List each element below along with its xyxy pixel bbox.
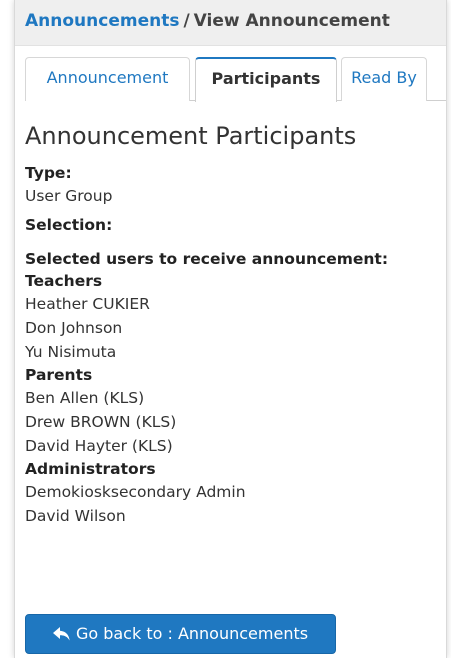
tab-participants[interactable]: Participants [195,57,337,102]
breadcrumb-current: View Announcement [193,11,390,31]
group-heading: Parents [25,366,93,384]
breadcrumb: Announcements / View Announcement [15,0,446,46]
type-label: Type: [25,164,72,182]
group-heading: Administrators [25,460,156,478]
breadcrumb-announcements-link[interactable]: Announcements [25,11,179,31]
tab-announcement[interactable]: Announcement [25,57,190,101]
go-back-button-label: Go back to : Announcements [75,624,309,643]
participant-name: David Hayter (KLS) [25,437,173,455]
participant-name: Don Johnson [25,319,123,337]
breadcrumb-separator: / [183,11,190,31]
type-value: User Group [25,187,113,205]
participant-name: Demokiosksecondary Admin [25,483,246,501]
participant-name: Heather CUKIER [25,295,150,313]
tab-bar: Announcement Participants Read By [25,57,446,102]
participant-name: Drew BROWN (KLS) [25,413,177,431]
go-back-button[interactable]: Go back to : Announcements [25,614,336,654]
announcement-panel: Announcements / View Announcement Announce… [14,0,447,658]
participant-name: Yu Nisimuta [25,343,117,361]
group-heading: Teachers [25,272,103,290]
participant-name: David Wilson [25,507,126,525]
participant-name: Ben Allen (KLS) [25,389,145,407]
page-title: Announcement Participants [25,122,357,150]
selected-users-label: Selected users to receive announcement: [25,250,389,268]
tab-read-by[interactable]: Read By [341,57,427,101]
reply-arrow-icon [52,627,70,641]
participants-content: Announcement Participants Type: User Gro… [25,120,445,528]
selection-label: Selection: [25,216,113,234]
